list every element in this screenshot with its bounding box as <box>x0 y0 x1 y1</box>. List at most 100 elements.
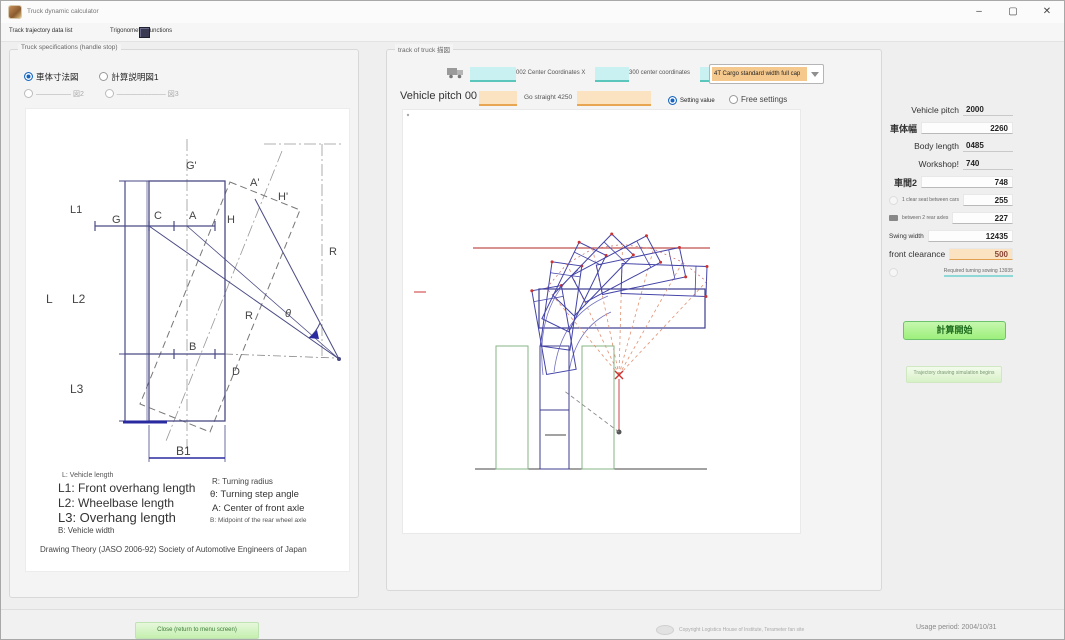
window-title: Truck dynamic calculator <box>27 8 99 15</box>
copyright-block: Copyright Logistics House of Institute, … <box>656 625 804 635</box>
legend-wheelbase: L2: Wheelbase length <box>58 496 174 510</box>
app-window: Truck dynamic calculator – ▢ ✕ Track tra… <box>0 0 1065 640</box>
result-value[interactable]: 0485 <box>963 140 1013 152</box>
svg-text:L2: L2 <box>72 292 86 306</box>
radio-label-calc-explanation-1[interactable]: 計算説明図1 <box>111 72 158 82</box>
pitch-control-row: Vehicle pitch 00 Go straight 4250 Settin… <box>387 88 877 106</box>
result-label: 1 clear seat between cars <box>902 197 959 203</box>
truck-specifications-title: Truck specifications (handle stop) <box>18 44 121 51</box>
vehicle-dimension-diagram: L1GCAHG'A'H'LL2RRθBDOL3B1 <box>26 109 346 464</box>
result-value[interactable]: 2260 <box>921 122 1013 134</box>
tab-track-trajectory-data-list[interactable]: Track trajectory data list <box>9 28 72 34</box>
close-button[interactable]: ✕ <box>1030 1 1064 23</box>
legend-rear-axle-midpoint: B: Midpoint of the rear wheel axle <box>210 517 306 524</box>
grid-icon[interactable] <box>139 27 150 38</box>
setting-value-radio-group: Setting value <box>668 92 715 110</box>
vehicle-dimension-diagram-box: L1GCAHG'A'H'LL2RRθBDOL3B1 L: Vehicle len… <box>25 108 350 572</box>
radio-label-diagram-2[interactable]: ――――― 図2 <box>36 91 84 98</box>
circle-icon <box>889 268 898 277</box>
minimize-button[interactable]: – <box>962 1 996 23</box>
legend-front-overhang: L1: Front overhang length <box>58 481 195 495</box>
result-label: Swing width <box>889 233 924 240</box>
coordinates-control-row: 002 Center Coordinates X 300 center coor… <box>387 64 877 84</box>
svg-text:L1: L1 <box>70 204 82 216</box>
radio-diagram-3[interactable] <box>105 89 114 98</box>
maximize-button[interactable]: ▢ <box>996 1 1030 23</box>
result-value[interactable]: 227 <box>952 212 1013 224</box>
radio-label-vehicle-dimension[interactable]: 車体寸法図 <box>36 72 79 82</box>
result-value[interactable]: 2000 <box>963 104 1013 116</box>
title-bar: Truck dynamic calculator – ▢ ✕ <box>1 1 1064 24</box>
free-settings-radio-group: Free settings <box>729 91 787 109</box>
simulation-button[interactable]: Trajectory drawing simulation begins <box>906 366 1002 383</box>
legend-turning-radius: R: Turning radius <box>212 477 273 486</box>
svg-text:L3: L3 <box>70 382 84 396</box>
track-of-truck-panel: track of truck 描図 002 Center Coordinates… <box>386 49 882 591</box>
logo-icon <box>656 625 674 635</box>
svg-text:B: B <box>189 341 196 353</box>
results-sidebar: Vehicle pitch2000 車体幅2260 Body length048… <box>889 101 1013 281</box>
result-label: Workshop! <box>919 159 959 169</box>
result-value[interactable]: 748 <box>921 176 1013 188</box>
svg-text:B1: B1 <box>176 444 191 458</box>
x-coordinate-label: 002 Center Coordinates X <box>516 70 585 76</box>
tab-strip: Track trajectory data list Trigonometric… <box>1 23 1064 42</box>
legend-center-front-axle: A: Center of front axle <box>212 503 304 514</box>
radio-label-setting-value[interactable]: Setting value <box>680 98 715 104</box>
legend-vehicle-width: B: Vehicle width <box>58 526 114 535</box>
radio-free-settings[interactable] <box>729 95 738 104</box>
radio-label-free-settings[interactable]: Free settings <box>741 95 787 104</box>
result-value[interactable]: 255 <box>963 194 1013 206</box>
legend-turning-step-angle: θ: Turning step angle <box>210 489 299 500</box>
trajectory-canvas[interactable] <box>402 109 801 534</box>
result-label: between 2 rear axles <box>902 215 948 221</box>
result-label: Vehicle pitch <box>911 105 959 115</box>
svg-text:L: L <box>46 292 53 306</box>
go-straight-label: Go straight 4250 <box>524 94 572 101</box>
start-calculation-button[interactable]: 計算開始 <box>903 321 1006 340</box>
svg-text:G': G' <box>186 160 197 172</box>
radio-calc-explanation-1[interactable] <box>99 72 108 81</box>
result-label: front clearance <box>889 249 945 259</box>
result-label: 車間2 <box>894 176 917 189</box>
legend-vehicle-length: L: Vehicle length <box>62 472 113 479</box>
y-coordinate-label: 300 center coordinates <box>629 70 690 76</box>
copyright-text: Copyright Logistics House of Institute, … <box>679 627 804 633</box>
result-value[interactable]: 12435 <box>928 230 1013 242</box>
truck-specifications-panel: Truck specifications (handle stop) 車体寸法図… <box>9 49 359 598</box>
circle-icon <box>889 196 898 205</box>
track-of-truck-title: track of truck 描図 <box>395 44 453 54</box>
bottom-bar: Close (return to menu screen) Copyright … <box>1 609 1064 640</box>
close-return-menu-button[interactable]: Close (return to menu screen) <box>135 622 259 639</box>
result-label: Body length <box>914 141 959 151</box>
app-icon <box>9 6 21 18</box>
chevron-down-icon <box>811 72 819 77</box>
svg-text:R: R <box>329 246 337 258</box>
svg-text:H: H <box>227 214 235 226</box>
diagram-radio-row-2: ――――― 図2 ――――――― 図3 <box>24 85 179 103</box>
radio-setting-value[interactable] <box>668 96 677 105</box>
svg-text:θ: θ <box>285 308 291 320</box>
vehicle-pitch-input[interactable] <box>479 91 517 106</box>
radio-label-diagram-3[interactable]: ――――――― 図3 <box>117 91 179 98</box>
result-value[interactable]: 500 <box>949 248 1013 260</box>
trajectory-drawing <box>403 110 800 533</box>
x-coordinate-input[interactable] <box>470 67 516 82</box>
result-label: Required turning sowing 13935 <box>944 268 1013 277</box>
svg-text:R: R <box>245 310 253 322</box>
result-value[interactable]: 740 <box>963 158 1013 170</box>
radio-vehicle-dimension-diagram[interactable] <box>24 72 33 81</box>
truck-icon <box>889 215 898 221</box>
go-straight-input[interactable] <box>577 91 651 106</box>
radio-diagram-2[interactable] <box>24 89 33 98</box>
svg-text:A: A <box>189 210 197 222</box>
svg-text:H': H' <box>278 191 288 203</box>
usage-period: Usage period: 2004/10/31 <box>916 624 997 631</box>
svg-text:C: C <box>154 210 162 222</box>
vehicle-pitch-label: Vehicle pitch 00 <box>400 90 477 102</box>
legend-overhang: L3: Overhang length <box>58 510 176 525</box>
y-coordinate-input[interactable] <box>595 67 629 82</box>
vehicle-type-selected-value: 4T Cargo standard width full cap <box>712 67 807 81</box>
svg-text:G: G <box>112 214 121 226</box>
vehicle-type-combobox[interactable]: 4T Cargo standard width full cap <box>709 64 824 84</box>
